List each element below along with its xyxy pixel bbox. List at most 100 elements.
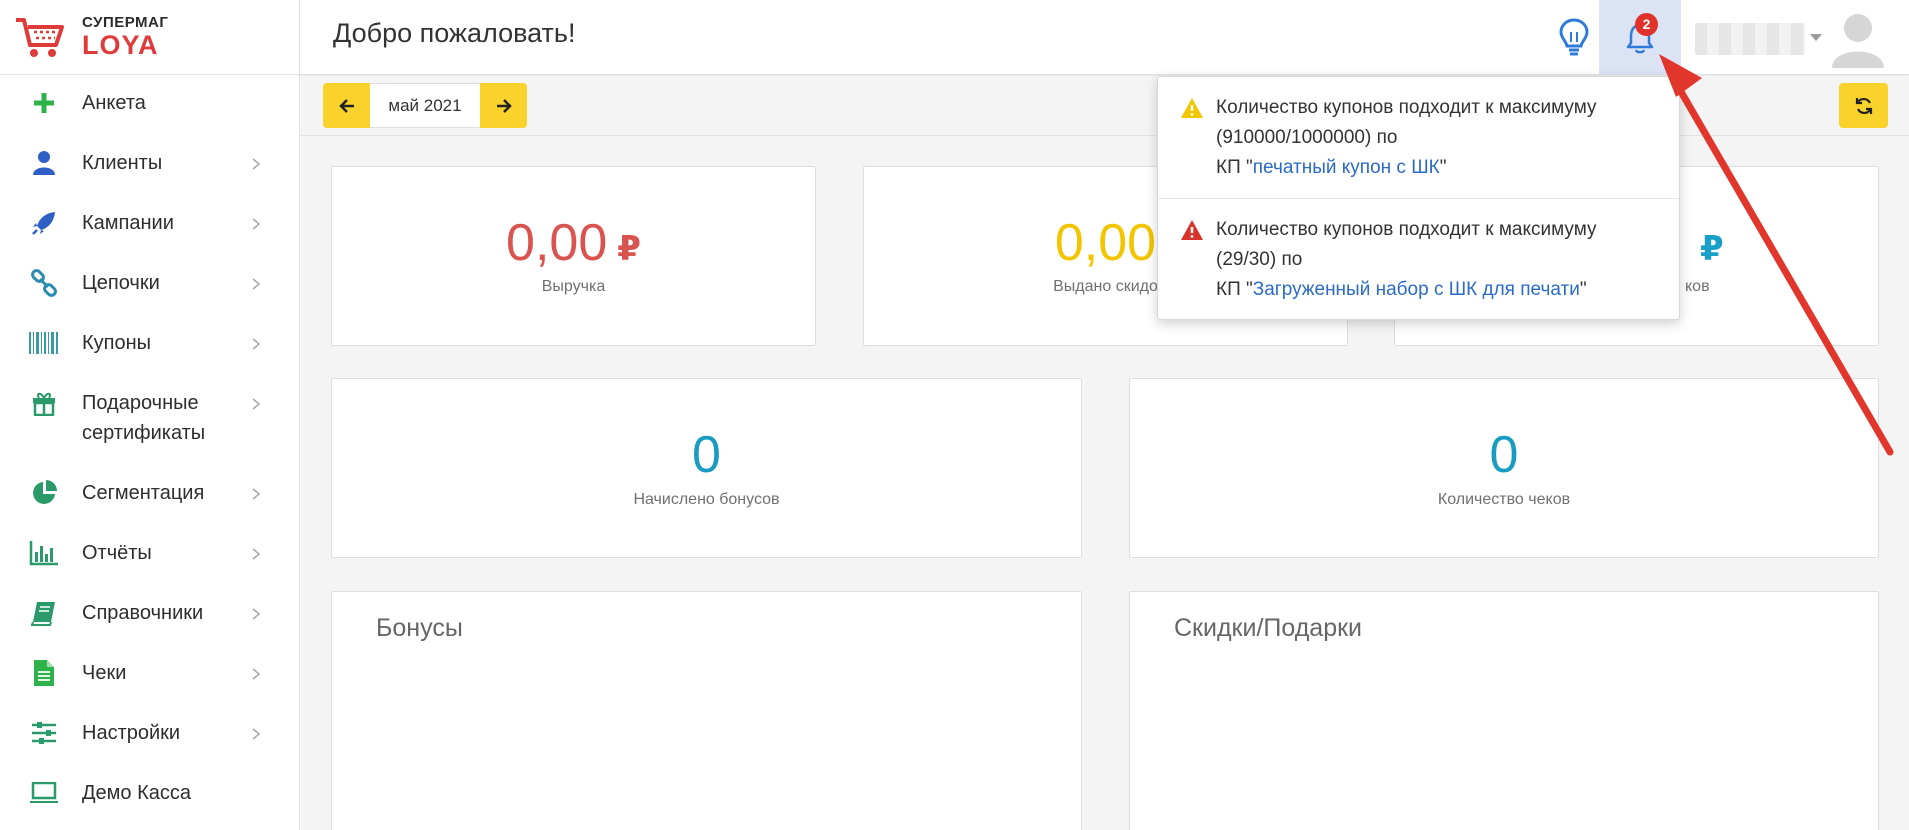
avatar[interactable] (1830, 10, 1886, 68)
cart-logo-icon (16, 18, 64, 57)
chain-icon (28, 267, 60, 299)
chevron-right-icon (252, 218, 261, 230)
period-selector: май 2021 (323, 83, 527, 128)
chevron-right-icon (252, 728, 261, 740)
logo-subtitle: LOYA (82, 30, 159, 60)
chevron-right-icon (252, 398, 261, 410)
third-label: ков (1685, 278, 1710, 295)
sidebar-item-label: Купоны (82, 332, 152, 354)
notification-count-badge: 2 (1635, 13, 1658, 36)
laptop-icon (28, 777, 60, 809)
rocket-icon (28, 207, 60, 239)
gift-icon (28, 387, 60, 419)
notification-suffix: " (1579, 279, 1587, 300)
ruble-icon: ₽ (617, 230, 641, 268)
sidebar-item-label: Настройки (82, 722, 181, 744)
notification-message: Количество купонов подходит к максимуму … (1216, 97, 1597, 148)
logo[interactable]: СУПЕРМАГ LOYA (0, 0, 299, 75)
page-title: Добро пожаловать! (333, 18, 576, 48)
chevron-right-icon (252, 338, 261, 350)
bonuses-panel: Бонусы (331, 591, 1082, 830)
document-icon (28, 657, 60, 689)
sidebar-item-label: Подарочные сертификаты (82, 392, 206, 444)
chevron-right-icon (252, 158, 261, 170)
coupon-link[interactable]: печатный купон с ШК (1253, 157, 1440, 178)
sidebar-item-settings[interactable]: Настройки (0, 703, 299, 763)
discounts-panel: Скидки/Подарки (1129, 591, 1879, 830)
bar-chart-icon (28, 537, 60, 569)
sidebar-item-label: Чеки (82, 662, 127, 684)
checks-stat-card: 0 Количество чеков (1129, 378, 1879, 558)
sidebar-item-gift-certificates[interactable]: Подарочные сертификаты (0, 373, 299, 463)
sidebar-item-anketa[interactable]: Анкета (0, 73, 299, 133)
sidebar-item-checks[interactable]: Чеки (0, 643, 299, 703)
bonuses-stat-card: 0 Начислено бонусов (331, 378, 1082, 558)
notification-prefix: КП " (1216, 157, 1253, 178)
hint-button[interactable] (1544, 0, 1604, 75)
period-field[interactable]: май 2021 (370, 83, 480, 128)
sidebar-item-chains[interactable]: Цепочки (0, 253, 299, 313)
third-value-row: ₽ (1690, 215, 1724, 277)
notifications-button[interactable]: 2 (1599, 0, 1681, 75)
caret-down-icon[interactable] (1810, 34, 1822, 41)
warning-icon (1181, 220, 1203, 240)
notification-item[interactable]: Количество купонов подходит к максимуму … (1158, 77, 1679, 198)
revenue-card: 0,00 ₽ Выручка (331, 166, 816, 346)
sidebar-item-coupons[interactable]: Купоны (0, 313, 299, 373)
notification-text: Количество купонов подходит к максимуму … (1216, 77, 1659, 183)
revenue-value-row: 0,00 ₽ (332, 215, 815, 277)
plus-icon (28, 87, 60, 119)
bonuses-panel-title: Бонусы (376, 614, 463, 642)
warning-icon (1181, 98, 1203, 118)
sidebar-nav: Анкета Клиенты Кампании Цепочки Купоны П… (0, 73, 299, 823)
revenue-label: Выручка (541, 278, 606, 295)
next-period-button[interactable] (480, 83, 527, 128)
discounts-value: 0,00 (1054, 214, 1157, 272)
chevron-right-icon (252, 548, 261, 560)
chevron-right-icon (252, 608, 261, 620)
previous-period-button[interactable] (323, 83, 370, 128)
bonuses-label: Начислено бонусов (633, 491, 780, 508)
coupon-link[interactable]: Загруженный набор с ШК для печати (1253, 279, 1580, 300)
sidebar-item-campaigns[interactable]: Кампании (0, 193, 299, 253)
checks-label: Количество чеков (1437, 491, 1571, 508)
sidebar-item-demo-cash[interactable]: Демо Касса (0, 763, 299, 823)
notification-message: Количество купонов подходит к максимуму … (1216, 219, 1597, 270)
arrow-right-icon (496, 98, 512, 113)
user-icon (28, 147, 60, 179)
bonuses-value: 0 (692, 426, 721, 484)
logo-title: СУПЕРМАГ (82, 14, 169, 31)
arrow-left-icon (338, 98, 354, 113)
notifications-dropdown: Количество купонов подходит к максимуму … (1157, 76, 1680, 320)
notification-prefix: КП " (1216, 279, 1253, 300)
barcode-icon (28, 327, 60, 359)
sidebar-item-label: Сегментация (82, 482, 205, 504)
sidebar-item-label: Отчёты (82, 542, 152, 564)
chevron-right-icon (252, 668, 261, 680)
top-header: Добро пожаловать! 2 (300, 0, 1909, 75)
notification-text: Количество купонов подходит к максимуму … (1216, 199, 1659, 305)
book-icon (28, 597, 60, 629)
sidebar-item-label: Кампании (82, 212, 174, 234)
sidebar: СУПЕРМАГ LOYA Анкета Клиенты Кампании Це… (0, 0, 300, 830)
sidebar-item-label: Цепочки (82, 272, 160, 294)
chevron-right-icon (252, 488, 261, 500)
sidebar-item-segmentation[interactable]: Сегментация (0, 463, 299, 523)
sidebar-item-reports[interactable]: Отчёты (0, 523, 299, 583)
sidebar-item-label: Демо Касса (82, 782, 191, 804)
discounts-panel-title: Скидки/Подарки (1174, 614, 1363, 642)
sidebar-item-clients[interactable]: Клиенты (0, 133, 299, 193)
ruble-icon: ₽ (1700, 230, 1724, 268)
pie-chart-icon (28, 477, 60, 509)
refresh-button[interactable] (1839, 83, 1888, 128)
sidebar-item-label: Клиенты (82, 152, 163, 174)
refresh-icon (1855, 97, 1872, 114)
sidebar-item-label: Анкета (82, 92, 146, 114)
revenue-value: 0,00 (506, 214, 608, 272)
user-name-blurred[interactable] (1695, 23, 1805, 55)
sliders-icon (28, 717, 60, 749)
notification-item[interactable]: Количество купонов подходит к максимуму … (1158, 199, 1679, 320)
sidebar-item-directories[interactable]: Справочники (0, 583, 299, 643)
chevron-right-icon (252, 278, 261, 290)
lightbulb-icon (1559, 17, 1589, 55)
